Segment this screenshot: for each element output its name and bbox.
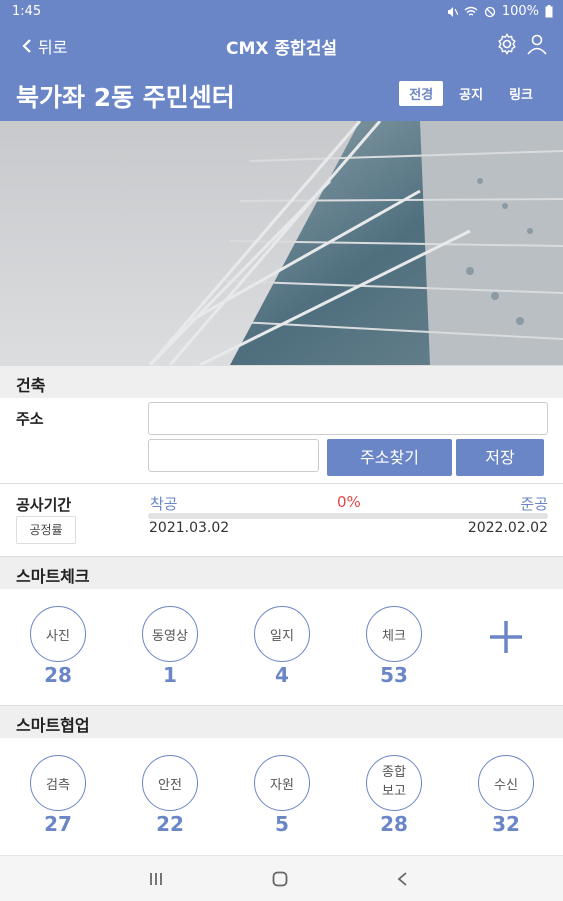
inspection-button[interactable]: 검측 bbox=[30, 755, 86, 811]
tabs: 전경 공지 링크 bbox=[399, 81, 543, 106]
safety-count: 22 bbox=[156, 812, 184, 836]
video-count: 1 bbox=[163, 663, 177, 687]
report-label: 종합 보고 bbox=[382, 765, 406, 799]
address-label: 주소 bbox=[16, 410, 44, 428]
smart-collab-panel: 검측 27 안전 22 자원 5 종합 보고 28 수신 32 bbox=[0, 738, 563, 855]
start-date: 2021.03.02 bbox=[149, 520, 230, 536]
back-button[interactable]: 뒤로 bbox=[22, 34, 67, 58]
section-smart-check: 스마트체크 bbox=[0, 556, 563, 590]
section-title: 스마트협업 bbox=[16, 716, 90, 735]
photo-count: 28 bbox=[44, 663, 72, 687]
progress-track bbox=[148, 513, 548, 519]
smart-check-panel: 사진 28 동영상 1 일지 4 체크 53 bbox=[0, 589, 563, 705]
section-title: 건축 bbox=[16, 376, 46, 395]
end-label: 준공 bbox=[520, 495, 548, 513]
settings-icon[interactable] bbox=[495, 32, 519, 56]
received-button[interactable]: 수신 bbox=[478, 755, 534, 811]
end-date: 2022.02.02 bbox=[467, 520, 548, 536]
back-nav-icon[interactable] bbox=[396, 871, 408, 887]
battery-icon bbox=[545, 5, 553, 18]
find-address-button[interactable]: 주소찾기 bbox=[327, 439, 452, 476]
mute-icon bbox=[447, 6, 458, 17]
resource-label: 자원 bbox=[270, 777, 294, 793]
tab-notice[interactable]: 공지 bbox=[449, 81, 493, 106]
photo-label: 사진 bbox=[46, 628, 70, 644]
status-time: 1:45 bbox=[12, 4, 42, 19]
address-line1-input[interactable] bbox=[148, 402, 548, 435]
safety-label: 안전 bbox=[158, 777, 182, 793]
status-bar: 1:45 100% bbox=[0, 0, 563, 24]
progress-rate-button[interactable]: 공정률 bbox=[16, 516, 76, 544]
check-count: 53 bbox=[380, 663, 408, 687]
app-title: CMX 종합건설 bbox=[226, 39, 337, 59]
address-panel: 주소 주소찾기 저장 bbox=[0, 398, 563, 484]
address-line2-input[interactable] bbox=[148, 439, 319, 472]
received-label: 수신 bbox=[494, 777, 518, 793]
user-icon[interactable] bbox=[525, 32, 549, 56]
report-button[interactable]: 종합 보고 bbox=[366, 755, 422, 811]
no-data-icon bbox=[484, 6, 495, 17]
back-label: 뒤로 bbox=[38, 38, 68, 57]
inspection-label: 검측 bbox=[46, 777, 70, 793]
journal-label: 일지 bbox=[270, 628, 294, 644]
building-photo bbox=[0, 121, 563, 365]
period-panel: 공사기간 공정률 착공 0% 준공 2021.03.02 2022.02.02 bbox=[0, 484, 563, 556]
section-title: 스마트체크 bbox=[16, 567, 90, 586]
video-label: 동영상 bbox=[152, 628, 188, 644]
appbar-actions bbox=[495, 32, 549, 56]
app-bar: 뒤로 CMX 종합건설 bbox=[0, 24, 563, 68]
title-bar: 북가좌 2동 주민센터 전경 공지 링크 bbox=[0, 68, 563, 121]
tab-view[interactable]: 전경 bbox=[399, 81, 444, 106]
received-count: 32 bbox=[492, 812, 520, 836]
start-label: 착공 bbox=[150, 495, 178, 513]
save-button[interactable]: 저장 bbox=[456, 439, 544, 476]
building-image bbox=[0, 121, 563, 365]
page-title: 북가좌 2동 주민센터 bbox=[16, 83, 235, 112]
journal-count: 4 bbox=[275, 663, 289, 687]
tab-link[interactable]: 링크 bbox=[499, 81, 543, 106]
battery-text: 100% bbox=[501, 4, 539, 19]
check-button[interactable]: 체크 bbox=[366, 606, 422, 662]
status-icons: 100% bbox=[446, 4, 553, 19]
resource-button[interactable]: 자원 bbox=[254, 755, 310, 811]
progress-percent: 0% bbox=[337, 493, 361, 511]
journal-button[interactable]: 일지 bbox=[254, 606, 310, 662]
video-button[interactable]: 동영상 bbox=[142, 606, 198, 662]
wifi-icon bbox=[464, 6, 478, 16]
report-count: 28 bbox=[380, 812, 408, 836]
recents-icon[interactable] bbox=[148, 871, 164, 887]
inspection-count: 27 bbox=[44, 812, 72, 836]
photo-button[interactable]: 사진 bbox=[30, 606, 86, 662]
system-nav-bar bbox=[0, 855, 563, 901]
section-smart-collab: 스마트협업 bbox=[0, 705, 563, 739]
section-architecture: 건축 bbox=[0, 365, 563, 399]
safety-button[interactable]: 안전 bbox=[142, 755, 198, 811]
period-label: 공사기간 bbox=[16, 496, 72, 514]
check-label: 체크 bbox=[382, 628, 406, 644]
resource-count: 5 bbox=[275, 812, 289, 836]
chevron-left-icon bbox=[22, 39, 31, 53]
home-icon[interactable] bbox=[272, 871, 288, 887]
add-icon[interactable] bbox=[488, 619, 524, 655]
